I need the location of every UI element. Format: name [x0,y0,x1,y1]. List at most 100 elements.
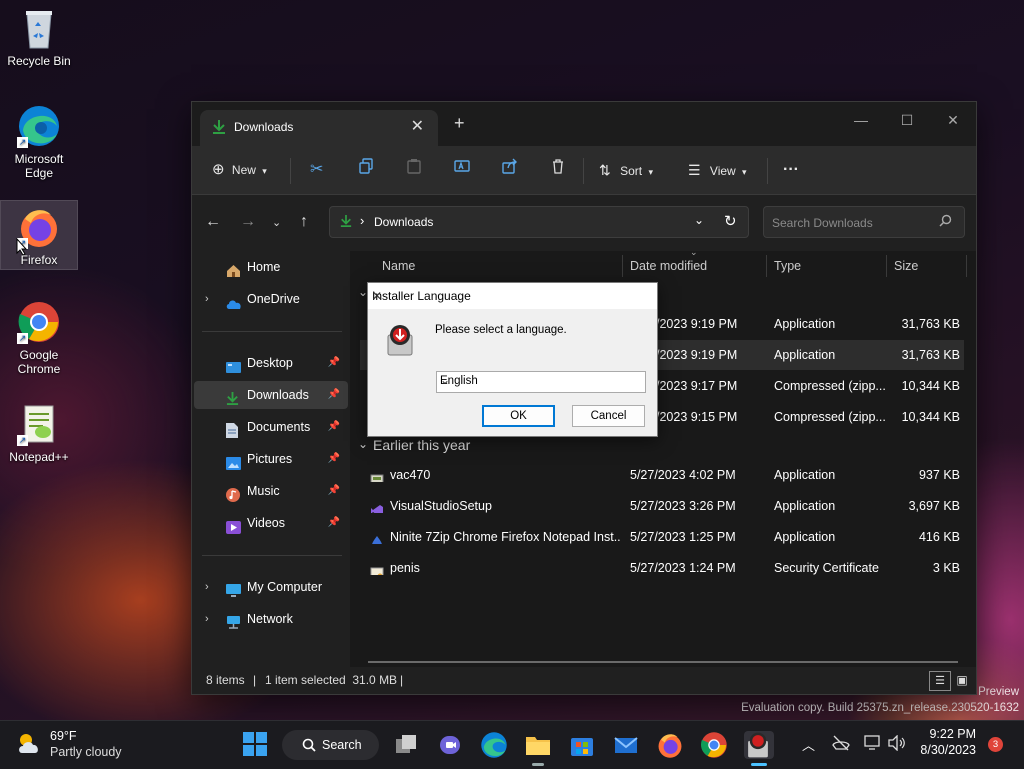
name-cell: VisualStudioSetup [390,499,492,513]
minimize-button[interactable]: — [838,106,884,134]
start-button[interactable] [242,731,270,759]
more-options-button[interactable]: ··· [783,158,799,182]
desktop-icon-firefox[interactable]: ↗ Firefox [0,200,78,270]
share-button[interactable] [502,158,518,182]
search-box[interactable]: Search Downloads [763,206,965,238]
nav-item-pictures[interactable]: Pictures 📌 [194,445,348,473]
mouse-cursor-icon [16,237,28,259]
table-row[interactable]: penis 5/27/2023 1:24 PM Security Certifi… [360,553,964,583]
details-view-icon[interactable]: ☰ [929,671,951,691]
copy-button[interactable] [358,158,374,182]
mail-icon[interactable] [612,731,640,759]
music-icon [226,484,240,502]
table-row[interactable]: vac470 5/27/2023 4:02 PM Application 937… [360,460,964,490]
task-view-icon[interactable] [392,731,420,759]
desktop-icon-label: Chrome [17,362,61,376]
volume-icon[interactable] [888,734,906,754]
visual-studio-icon [370,499,384,513]
network-disconnected-icon[interactable] [832,735,850,754]
file-explorer-taskbar-icon[interactable] [524,731,552,766]
expand-chevron-icon[interactable]: › [205,573,209,601]
chrome-taskbar-icon[interactable] [700,731,728,759]
horizontal-scrollbar[interactable] [368,661,958,663]
expand-chevron-icon[interactable]: › [205,605,209,633]
group-header-earlier[interactable]: Earlier this year [373,437,470,453]
size-cell: 416 KB [918,530,960,544]
breadcrumb-downloads[interactable]: Downloads [374,215,433,229]
view-icon: ☰ [688,162,701,178]
nav-label: Pictures [247,452,293,466]
close-tab-icon[interactable]: ✕ [411,116,424,136]
nav-item-documents[interactable]: Documents 📌 [194,413,348,441]
tab-downloads[interactable]: Downloads ✕ [200,110,438,146]
taskbar-search-button[interactable]: Search [282,730,379,760]
nav-item-my-computer[interactable]: › My Computer [194,573,348,601]
desktop-icon-notepadpp[interactable]: ↗ Notepad++ [3,402,75,468]
notification-badge[interactable]: 3 [988,737,1003,752]
table-row[interactable]: Ninite 7Zip Chrome Firefox Notepad Inst.… [360,522,964,552]
pin-icon: 📌 [327,357,340,368]
address-bar[interactable]: › Downloads ⌄ ↻ [329,206,749,238]
table-row[interactable]: VisualStudioSetup 5/27/2023 3:26 PM Appl… [360,491,964,521]
new-tab-icon[interactable]: + [454,113,465,134]
column-header-type[interactable]: Type [774,251,801,281]
show-hidden-icons-chevron-icon[interactable]: ︿ [802,735,815,754]
sort-button[interactable]: ⇅ Sort ▾ [599,158,653,182]
nav-item-onedrive[interactable]: › OneDrive [194,285,348,313]
column-divider [886,255,887,277]
refresh-icon[interactable]: ↻ [724,212,737,230]
column-header-size[interactable]: Size [894,251,918,281]
recycle-bin-icon [17,6,61,50]
cut-button[interactable]: ✂ [310,158,323,182]
sort-indicator-icon: ⌄ [690,247,698,257]
close-icon[interactable]: ✕ [372,289,647,303]
size-cell: 3,697 KB [908,499,960,513]
type-cell: Application [774,317,836,331]
active-indicator [751,763,767,766]
rename-icon [454,160,470,177]
teams-chat-icon[interactable] [436,731,464,759]
nav-label: Documents [247,420,311,434]
ok-button[interactable]: OK [482,405,555,427]
up-arrow-icon[interactable]: ↑ [300,213,308,231]
edge-taskbar-icon[interactable] [480,731,508,759]
desktop-icon-label: Google [19,348,59,362]
nav-item-downloads[interactable]: Downloads 📌 [194,381,348,409]
expand-chevron-icon[interactable]: › [205,285,209,313]
new-button[interactable]: ⊕ New ▾ [212,158,267,182]
tiles-view-icon[interactable]: ▣ [953,671,971,689]
nav-item-music[interactable]: Music 📌 [194,477,348,505]
pin-icon: 📌 [327,485,340,496]
installer-taskbar-icon[interactable] [744,731,774,766]
nav-item-videos[interactable]: Videos 📌 [194,509,348,537]
name-cell: penis [390,561,420,575]
breadcrumb-separator-icon: › [360,213,365,228]
paste-button[interactable] [406,158,422,182]
nav-item-network[interactable]: › Network [194,605,348,633]
group-collapse-chevron-icon[interactable]: ⌄ [358,437,368,451]
desktop-icon-recycle-bin[interactable]: Recycle Bin [3,6,75,76]
desktop-icon-chrome[interactable]: ↗ Google Chrome [3,300,75,382]
maximize-button[interactable]: ☐ [884,106,930,134]
size-cell: 937 KB [918,468,960,482]
delete-button[interactable] [550,158,566,182]
recent-locations-chevron-icon[interactable]: ⌄ [272,216,281,229]
column-header-name[interactable]: Name [382,251,415,281]
close-window-button[interactable]: ✕ [930,106,976,134]
clock[interactable]: 9:22 PM 8/30/2023 [916,727,976,757]
nav-item-home[interactable]: Home [194,253,348,281]
language-select[interactable]: English ⌄ [436,371,646,393]
firefox-taskbar-icon[interactable] [656,731,684,759]
desktop-icon-edge[interactable]: ↗ Microsoft Edge [3,104,75,186]
type-cell: Application [774,530,836,544]
forward-arrow-icon[interactable]: → [240,213,256,231]
display-icon[interactable] [864,735,882,754]
rename-button[interactable] [454,158,470,182]
view-button[interactable]: ☰ View ▾ [688,158,747,182]
weather-widget[interactable]: 69°F Partly cloudy [16,727,136,763]
nav-item-desktop[interactable]: Desktop 📌 [194,349,348,377]
back-arrow-icon[interactable]: ← [205,213,221,231]
store-icon[interactable] [568,731,596,759]
chevron-down-icon[interactable]: ⌄ [694,213,704,227]
cancel-button[interactable]: Cancel [572,405,645,427]
